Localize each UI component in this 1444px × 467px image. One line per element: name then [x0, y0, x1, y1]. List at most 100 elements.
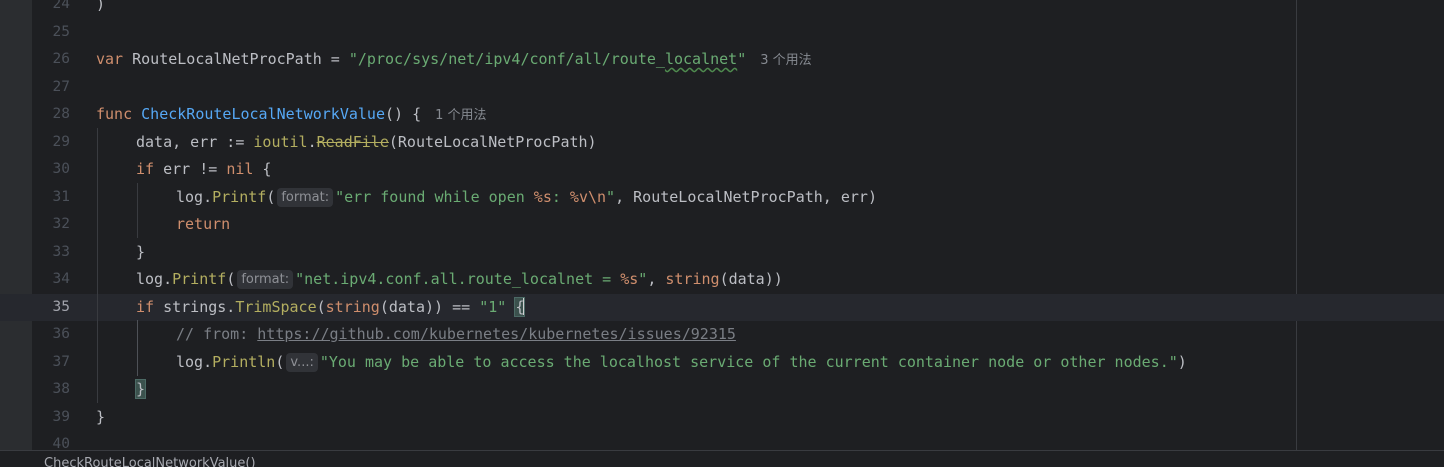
method-call: TrimSpace: [235, 297, 317, 316]
keyword-if: if: [136, 297, 155, 316]
line-number: 33: [52, 243, 70, 260]
line-number: 26: [52, 51, 70, 67]
line-number: 28: [52, 106, 70, 122]
package-name: log: [176, 187, 204, 206]
format-verb: %s: [620, 270, 639, 288]
string-quote: ": [638, 270, 648, 288]
paren: (: [266, 187, 276, 206]
line-number: 37: [52, 353, 70, 370]
code-rest: () {: [385, 105, 422, 123]
code-editor[interactable]: 24 ) 25 26 var RouteLocalNetProcPath = "…: [0, 0, 1444, 450]
variable-name: RouteLocalNetProcPath: [132, 50, 322, 68]
line-number: 36: [52, 326, 70, 342]
comment: // from:: [176, 325, 258, 343]
string-literal: "1": [479, 297, 507, 316]
code-line[interactable]: 40: [0, 431, 1444, 450]
code-text: return: [176, 211, 230, 239]
line-number: 34: [52, 271, 70, 287]
code-line[interactable]: 34 log.Printf(format: "net.ipv4.conf.all.…: [0, 266, 1444, 294]
code-line[interactable]: 33 }: [0, 239, 1444, 267]
code-text: if strings.TrimSpace(string(data)) == "1…: [136, 294, 526, 322]
paren: (: [316, 297, 326, 316]
line-number: 24: [52, 0, 70, 12]
string-quote: ": [737, 50, 747, 68]
code-line[interactable]: 31 log.Printf(format: "err found while op…: [0, 184, 1444, 212]
code-line[interactable]: 37 log.Println(v...: "You may be able to …: [0, 349, 1444, 377]
code-line[interactable]: 36 // from: https://github.com/kubernete…: [0, 321, 1444, 349]
code-segment: (data)) ==: [379, 297, 480, 316]
dot: .: [307, 132, 317, 151]
line-number: 38: [52, 381, 70, 397]
code-text: log.Printf(format: "err found while open …: [176, 184, 877, 212]
code-segment: ,: [647, 270, 666, 288]
code-line[interactable]: 27: [0, 74, 1444, 102]
package-name: ioutil: [253, 132, 308, 151]
code-segment: {: [253, 160, 272, 178]
method-call: Printf: [212, 187, 267, 206]
line-number: 25: [52, 23, 70, 40]
code-line[interactable]: 32 return: [0, 211, 1444, 239]
string-literal: "You may be able to access the localhost…: [319, 352, 1178, 371]
keyword-var: var: [96, 50, 124, 68]
usages-hint[interactable]: 3 个用法: [760, 53, 811, 68]
line-number: 39: [52, 408, 70, 425]
code-line[interactable]: 38 }: [0, 376, 1444, 404]
code-text: }: [136, 242, 146, 261]
code-segment: strings.: [154, 297, 236, 316]
code-line[interactable]: 29 data, err := ioutil.ReadFile(RouteLoc…: [0, 129, 1444, 157]
function-name: CheckRouteLocalNetworkValue: [141, 105, 385, 123]
paren: (: [275, 352, 285, 371]
code-segment: data, err :=: [136, 132, 254, 151]
dot: .: [163, 270, 173, 288]
line-number: 32: [52, 216, 70, 232]
format-verb: %v\n: [569, 187, 607, 206]
code-line[interactable]: 26 var RouteLocalNetProcPath = "/proc/sy…: [0, 46, 1444, 74]
line-number: 29: [52, 133, 70, 150]
string-literal: "net.ipv4.conf.all.route_localnet =: [295, 270, 621, 288]
dot: .: [203, 352, 213, 371]
builtin-string: string: [325, 297, 380, 316]
typo-word: localnet: [664, 50, 738, 68]
matched-brace: }: [134, 379, 147, 399]
keyword-return: return: [176, 215, 231, 233]
code-text: }: [134, 376, 147, 404]
code-text: var RouteLocalNetProcPath = "/proc/sys/n…: [96, 46, 812, 74]
code-line[interactable]: 30 if err != nil {: [0, 156, 1444, 184]
line-number: 27: [52, 78, 70, 95]
line-number: 31: [52, 188, 70, 205]
code-segment: (RouteLocalNetProcPath): [388, 132, 597, 151]
paren: (: [226, 270, 236, 288]
parameter-hint: format:: [277, 187, 334, 207]
string-literal: "/proc/sys/net/ipv4/conf/all/route_: [348, 50, 665, 68]
line-number: 40: [52, 436, 70, 450]
deprecated-call: ReadFile: [316, 132, 389, 151]
code-line[interactable]: 39 }: [0, 404, 1444, 432]
indent-guide: [137, 183, 138, 238]
package-name: log: [136, 270, 164, 288]
code-line[interactable]: 24 ): [0, 0, 1444, 19]
code-text: ): [96, 0, 106, 13]
parameter-hint: format:: [237, 270, 294, 289]
current-code-line[interactable]: 35 if strings.TrimSpace(string(data)) ==…: [0, 293, 1444, 322]
usages-hint[interactable]: 1 个用法: [435, 108, 486, 123]
breadcrumb-function[interactable]: CheckRouteLocalNetworkValue(): [44, 456, 256, 467]
method-call: Printf: [172, 270, 227, 288]
indent-guide-active: [137, 320, 138, 376]
code-segment: , RouteLocalNetProcPath, err): [615, 187, 877, 206]
comment-link[interactable]: https://github.com/kubernetes/kubernetes…: [257, 325, 736, 343]
keyword-if: if: [136, 160, 155, 178]
string-quote: ": [606, 187, 616, 206]
code-text: log.Printf(format: "net.ipv4.conf.all.rou…: [136, 266, 783, 294]
code-segment: err !=: [154, 160, 227, 178]
code-text: // from: https://github.com/kubernetes/k…: [176, 321, 736, 349]
code-line[interactable]: 28 func CheckRouteLocalNetworkValue() {1…: [0, 101, 1444, 129]
parameter-hint: v...:: [286, 352, 318, 372]
code-text: log.Println(v...: "You may be able to acc…: [176, 349, 1187, 377]
keyword-nil: nil: [226, 160, 254, 178]
string-literal: "err found while open: [335, 187, 534, 206]
code-text: }: [96, 407, 106, 426]
builtin-string: string: [665, 270, 720, 288]
string-literal: :: [551, 187, 570, 206]
code-line[interactable]: 25: [0, 19, 1444, 47]
code-segment: (data)): [719, 270, 783, 288]
